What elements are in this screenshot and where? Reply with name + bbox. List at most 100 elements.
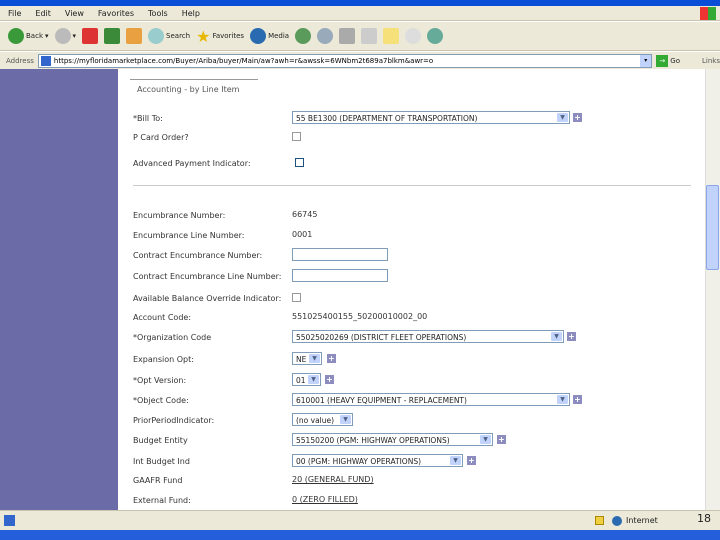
chevron-down-icon: ▼ — [480, 435, 491, 444]
chevron-down-icon: ▼ — [551, 332, 562, 341]
gaafr-fund-label: GAAFR Fund — [133, 476, 183, 485]
section-title: Accounting - by Line Item — [137, 85, 240, 94]
prior-period-select[interactable]: (no value) ▼ — [292, 413, 353, 426]
account-code-value: 551025400155_50200010002_00 — [292, 312, 428, 321]
add-icon[interactable]: + — [567, 332, 576, 341]
object-code-select[interactable]: 610001 (HEAVY EQUIPMENT - REPLACEMENT) ▼ — [292, 393, 570, 406]
chevron-down-icon: ▼ — [340, 415, 351, 424]
gaafr-fund-link[interactable]: 20 (GENERAL FUND) — [292, 475, 374, 484]
links-button[interactable]: Links — [702, 57, 720, 65]
address-label: Address — [6, 56, 34, 65]
star-icon: ★ — [196, 26, 211, 46]
contract-enc-line-label: Contract Encumbrance Line Number: — [133, 272, 282, 281]
bill-to-label: *Bill To: — [133, 114, 163, 123]
menu-bar: File Edit View Favorites Tools Help — [0, 6, 720, 21]
address-input[interactable]: https://myfloridamarketplace.com/Buyer/A… — [37, 53, 653, 68]
page-number: 18 — [697, 512, 711, 525]
pcard-label: P Card Order? — [133, 133, 189, 142]
chevron-down-icon: ▼ — [308, 375, 319, 384]
encumbrance-line-label: Encumbrance Line Number: — [133, 231, 245, 240]
contract-enc-number-input[interactable] — [292, 248, 388, 261]
menu-edit[interactable]: Edit — [35, 9, 51, 18]
encumbrance-line-value: 0001 — [292, 230, 313, 239]
int-budget-label: Int Budget Ind — [133, 457, 190, 466]
menu-file[interactable]: File — [8, 9, 21, 18]
pcard-checkbox[interactable] — [292, 132, 301, 141]
zone-label: Internet — [626, 516, 658, 525]
advanced-payment-label: Advanced Payment Indicator: — [133, 159, 251, 168]
lock-icon — [595, 516, 604, 525]
available-balance-checkbox[interactable] — [292, 293, 301, 302]
encumbrance-number-value: 66745 — [292, 210, 318, 219]
scrollbar-thumb[interactable] — [706, 185, 719, 270]
stop-icon[interactable] — [82, 28, 99, 44]
organization-code-label: *Organization Code — [133, 333, 212, 342]
forward-arrow-icon — [54, 28, 71, 44]
chevron-down-icon: ▼ — [557, 113, 568, 122]
menu-help[interactable]: Help — [182, 9, 200, 18]
back-button[interactable]: Back ▾ — [8, 28, 49, 44]
external-fund-label: External Fund: — [133, 496, 191, 505]
budget-entity-label: Budget Entity — [133, 436, 188, 445]
expansion-opt-label: Expansion Opt: — [133, 355, 194, 364]
menu-favorites[interactable]: Favorites — [98, 9, 134, 18]
add-icon[interactable]: + — [325, 375, 334, 384]
research-icon[interactable] — [405, 28, 422, 44]
add-icon[interactable]: + — [573, 113, 582, 122]
expansion-opt-select[interactable]: NE ▼ — [292, 352, 322, 365]
prior-period-label: PriorPeriodIndicator: — [133, 416, 215, 425]
add-icon[interactable]: + — [327, 354, 336, 363]
budget-entity-select[interactable]: 55150200 (PGM: HIGHWAY OPERATIONS) ▼ — [292, 433, 493, 446]
refresh-icon[interactable] — [104, 28, 121, 44]
organization-code-select[interactable]: 55025020269 (DISTRICT FLEET OPERATIONS) ▼ — [292, 330, 564, 343]
toolbar: Back ▾ ▾ Search ★ Favorites Media — [0, 22, 720, 51]
account-code-label: Account Code: — [133, 313, 192, 322]
chevron-down-icon: ▼ — [450, 456, 461, 465]
external-fund-link[interactable]: 0 (ZERO FILLED) — [292, 495, 358, 504]
encumbrance-number-label: Encumbrance Number: — [133, 211, 226, 220]
contract-enc-line-input[interactable] — [292, 269, 388, 282]
notes-icon[interactable] — [383, 28, 400, 44]
messenger-icon[interactable] — [427, 28, 444, 44]
int-budget-select[interactable]: 00 (PGM: HIGHWAY OPERATIONS) ▼ — [292, 454, 463, 467]
mail-icon[interactable] — [317, 28, 334, 44]
menu-tools[interactable]: Tools — [148, 9, 168, 18]
media-globe-icon — [250, 28, 267, 44]
go-arrow-icon: → — [656, 54, 669, 67]
menu-view[interactable]: View — [65, 9, 84, 18]
media-button[interactable]: Media — [250, 28, 289, 44]
opt-version-label: *Opt Version: — [133, 376, 187, 385]
edit-icon[interactable] — [361, 28, 378, 44]
chevron-down-icon: ▼ — [309, 354, 320, 363]
chevron-down-icon: ▼ — [557, 395, 568, 404]
left-sidebar — [0, 69, 118, 510]
globe-icon — [612, 516, 622, 526]
add-icon[interactable]: + — [497, 435, 506, 444]
home-icon[interactable] — [126, 28, 143, 44]
back-arrow-icon — [8, 28, 24, 44]
page-status-icon — [4, 515, 15, 526]
add-icon[interactable]: + — [573, 395, 582, 404]
bill-to-select[interactable]: 55 BE1300 (DEPARTMENT OF TRANSPORTATION)… — [292, 111, 570, 124]
add-icon[interactable]: + — [467, 456, 476, 465]
search-icon — [148, 28, 165, 44]
forward-button[interactable]: ▾ — [54, 28, 76, 44]
print-icon[interactable] — [339, 28, 356, 44]
taskbar — [0, 530, 720, 540]
vertical-scrollbar[interactable] — [705, 69, 720, 510]
history-icon[interactable] — [295, 28, 312, 44]
dropdown-arrow-icon[interactable]: ▾ — [640, 54, 652, 67]
available-balance-label: Available Balance Override Indicator: — [133, 294, 282, 303]
status-bar: Internet 18 — [0, 510, 720, 530]
advanced-payment-checkbox[interactable] — [295, 158, 304, 167]
contract-enc-number-label: Contract Encumbrance Number: — [133, 251, 263, 260]
address-bar: Address https://myfloridamarketplace.com… — [0, 52, 720, 69]
favorites-button[interactable]: ★ Favorites — [196, 27, 244, 46]
object-code-label: *Object Code: — [133, 396, 189, 405]
page-icon — [40, 55, 51, 66]
search-button[interactable]: Search — [148, 28, 190, 44]
opt-version-select[interactable]: 01 ▼ — [292, 373, 321, 386]
section-divider — [130, 79, 258, 80]
divider — [133, 185, 691, 186]
go-button[interactable]: → Go — [656, 54, 680, 67]
